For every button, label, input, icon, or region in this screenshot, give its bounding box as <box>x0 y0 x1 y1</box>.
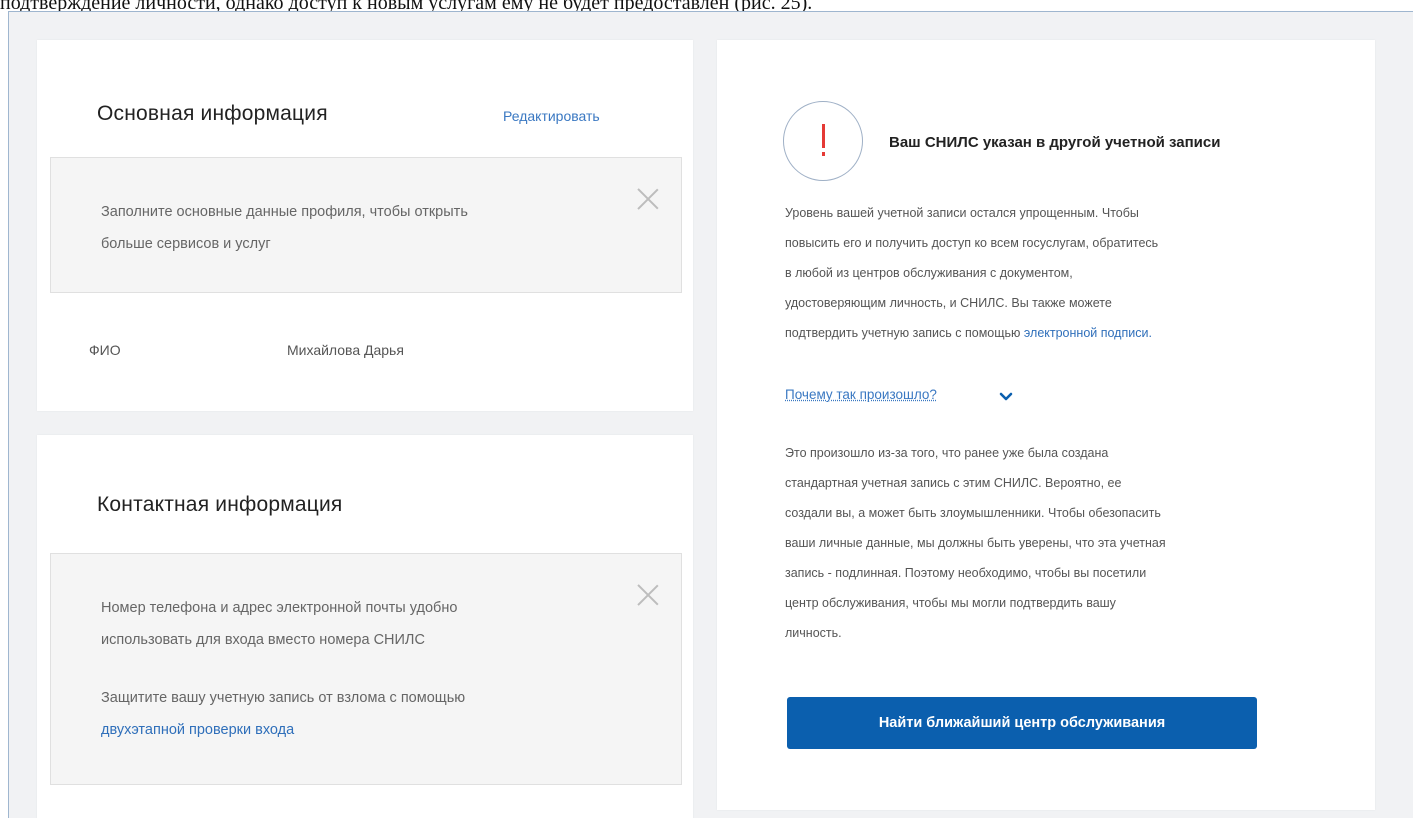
profile-notice-line2: больше сервисов и услуг <box>101 236 271 252</box>
exclamation-icon <box>783 101 863 181</box>
snils-alert-card: Ваш СНИЛС указан в другой учетной записи… <box>717 40 1375 810</box>
alert-paragraph-line1: Уровень вашей учетной записи остался упр… <box>785 206 1139 220</box>
alert-paragraph-line4: удостоверяющим личность, и СНИЛС. Вы так… <box>785 296 1112 310</box>
exclamation-dot <box>822 152 825 156</box>
alert-paragraph-line3: в любой из центров обслуживания с докуме… <box>785 266 1073 280</box>
edit-link[interactable]: Редактировать <box>503 108 600 124</box>
protect-text: Защитите вашу учетную запись от взлома с… <box>101 690 466 706</box>
why-link[interactable]: Почему так произошло? <box>785 387 937 402</box>
fio-label: ФИО <box>89 342 121 358</box>
basic-info-card: Основная информация Редактировать Заполн… <box>37 40 693 411</box>
basic-info-title: Основная информация <box>97 102 328 125</box>
explanation-line7: личность. <box>785 626 842 640</box>
e-signature-link[interactable]: электронной подписи. <box>1024 326 1152 340</box>
profile-notice-line1: Заполните основные данные профиля, чтобы… <box>101 204 468 220</box>
alert-paragraph-line5-text: подтвердить учетную запись с помощью <box>785 326 1021 340</box>
explanation-line4: ваши личные данные, мы должны быть увере… <box>785 536 1166 550</box>
exclamation-bar <box>822 124 825 148</box>
find-service-center-button[interactable]: Найти ближайший центр обслуживания <box>787 697 1257 749</box>
contact-notice: Номер телефона и адрес электронной почты… <box>50 553 682 785</box>
explanation-line2: стандартная учетная запись с этим СНИЛС.… <box>785 476 1122 490</box>
contact-info-title: Контактная информация <box>97 493 343 516</box>
alert-paragraph-line5: подтвердить учетную запись с помощью эле… <box>785 318 1152 348</box>
alert-title: Ваш СНИЛС указан в другой учетной записи <box>889 134 1221 151</box>
two-step-link[interactable]: двухэтапной проверки входа <box>101 714 294 746</box>
close-icon[interactable] <box>637 188 659 210</box>
explanation-line3: создали вы, а может быть злоумышленники.… <box>785 506 1161 520</box>
contact-notice-line2: использовать для входа вместо номера СНИ… <box>101 632 425 648</box>
fio-value: Михайлова Дарья <box>287 342 404 358</box>
chevron-down-icon[interactable] <box>999 390 1013 404</box>
explanation-line6: центр обслуживания, чтобы мы могли подтв… <box>785 596 1116 610</box>
contact-notice-line1: Номер телефона и адрес электронной почты… <box>101 600 458 616</box>
alert-paragraph-line2: повысить его и получить доступ ко всем г… <box>785 236 1159 250</box>
profile-notice: Заполните основные данные профиля, чтобы… <box>50 157 682 293</box>
app-frame: Основная информация Редактировать Заполн… <box>8 11 1413 818</box>
explanation-line1: Это произошло из-за того, что ранее уже … <box>785 446 1109 460</box>
contact-info-card: Контактная информация Номер телефона и а… <box>37 435 693 818</box>
explanation-line5: запись - подлинная. Поэтому необходимо, … <box>785 566 1147 580</box>
close-icon[interactable] <box>637 584 659 606</box>
